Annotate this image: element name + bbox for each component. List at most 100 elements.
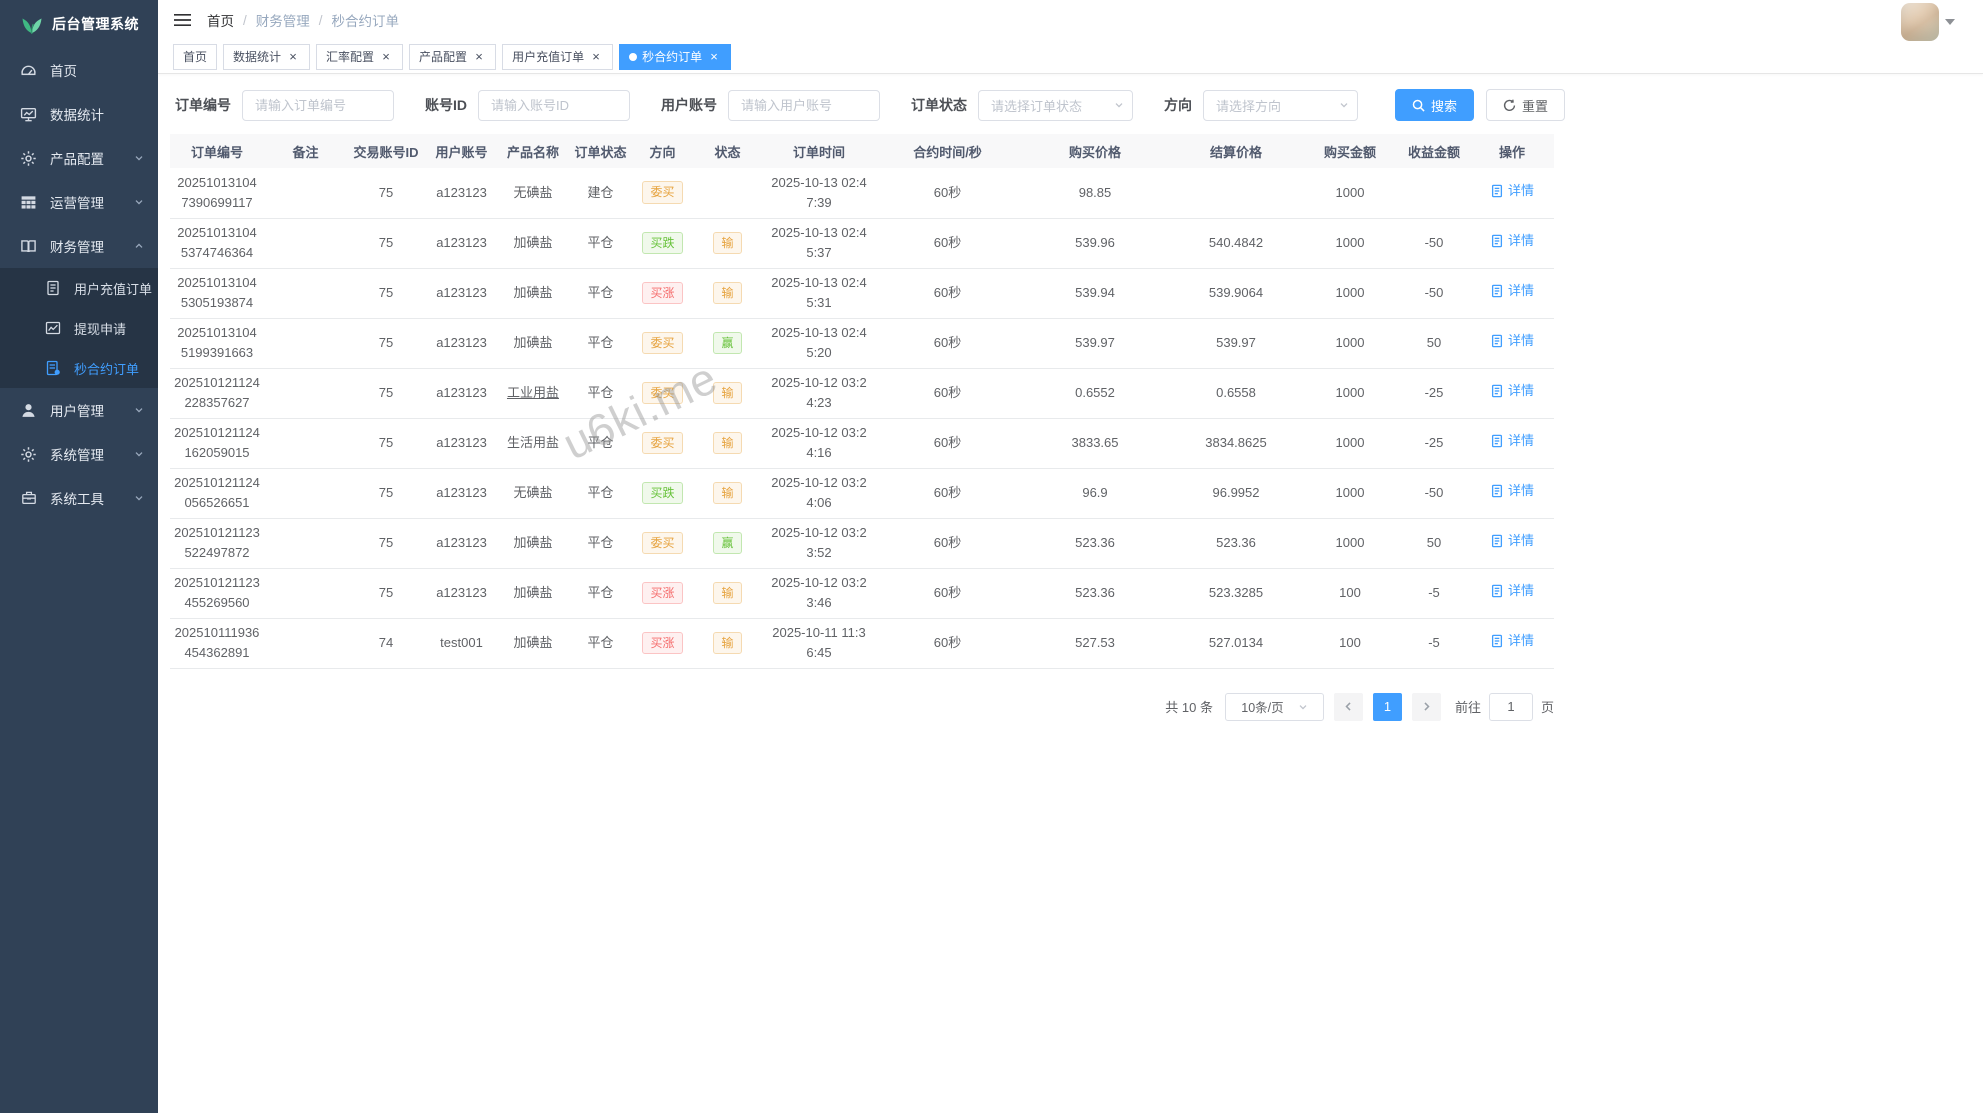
用户账号-input[interactable] — [728, 90, 880, 121]
app-logo[interactable]: 后台管理系统 — [0, 0, 158, 48]
sidebar-item-运营管理[interactable]: 运营管理 — [0, 180, 158, 224]
prev-page-button[interactable] — [1334, 693, 1363, 721]
detail-link[interactable]: 详情 — [1490, 531, 1534, 551]
breadcrumb-item-财务管理[interactable]: 财务管理 — [256, 10, 310, 30]
cell-operations: 详情 — [1470, 168, 1554, 218]
cell-product: 加碘盐 — [498, 218, 568, 268]
avatar[interactable] — [1901, 3, 1939, 41]
app-title: 后台管理系统 — [52, 14, 139, 34]
sidebar-item-产品配置[interactable]: 产品配置 — [0, 136, 158, 180]
detail-link[interactable]: 详情 — [1490, 431, 1534, 451]
tab-用户充值订单[interactable]: 用户充值订单× — [502, 44, 613, 70]
chevron-down-icon — [134, 153, 144, 163]
tab-label: 秒合约订单 — [642, 48, 702, 65]
cell-buy-price: 539.96 — [1020, 218, 1170, 268]
tab-首页[interactable]: 首页 — [173, 44, 217, 70]
detail-link[interactable]: 详情 — [1490, 481, 1534, 501]
cell-user-account: a123123 — [425, 218, 498, 268]
sidebar-item-系统工具[interactable]: 系统工具 — [0, 476, 158, 520]
next-page-button[interactable] — [1412, 693, 1441, 721]
sidebar-item-用户管理[interactable]: 用户管理 — [0, 388, 158, 432]
cell-order-status: 平仓 — [568, 268, 633, 318]
sidebar-item-提现申请[interactable]: 提现申请 — [0, 308, 158, 348]
column-header-交易账号ID: 交易账号ID — [347, 134, 425, 168]
close-icon[interactable]: × — [589, 50, 603, 64]
table-row: 20251011193645436289174test001加碘盐平仓买涨输20… — [170, 618, 1554, 668]
column-header-收益金额: 收益金额 — [1398, 134, 1470, 168]
cell-settle-price — [1170, 168, 1302, 218]
cell-contract-duration: 60秒 — [875, 218, 1020, 268]
cell-remark — [264, 618, 347, 668]
账号ID-input[interactable] — [478, 90, 630, 121]
sidebar-item-秒合约订单[interactable]: 秒合约订单 — [0, 348, 158, 388]
sidebar-item-首页[interactable]: 首页 — [0, 48, 158, 92]
detail-link[interactable]: 详情 — [1490, 281, 1534, 301]
订单编号-input[interactable] — [242, 90, 394, 121]
column-header-订单时间: 订单时间 — [763, 134, 875, 168]
cell-result — [692, 168, 763, 218]
方向-select[interactable]: 请选择方向 — [1203, 90, 1358, 121]
column-header-产品名称: 产品名称 — [498, 134, 568, 168]
detail-link-label: 详情 — [1508, 331, 1534, 351]
chart-monitor-icon — [20, 106, 37, 123]
sidebar-item-用户充值订单[interactable]: 用户充值订单 — [0, 268, 158, 308]
detail-link[interactable]: 详情 — [1490, 581, 1534, 601]
close-icon[interactable]: × — [286, 50, 300, 64]
cell-order-status: 平仓 — [568, 468, 633, 518]
page-size-select[interactable]: 10条/页 — [1225, 693, 1324, 721]
tab-数据统计[interactable]: 数据统计× — [223, 44, 310, 70]
column-header-合约时间/秒: 合约时间/秒 — [875, 134, 1020, 168]
chevron-right-icon — [1421, 701, 1432, 712]
detail-link[interactable]: 详情 — [1490, 231, 1534, 251]
cell-buy-price: 3833.65 — [1020, 418, 1170, 468]
tab-汇率配置[interactable]: 汇率配置× — [316, 44, 403, 70]
tab-秒合约订单[interactable]: 秒合约订单 × — [619, 44, 731, 70]
cell-order-number: 202510111936454362891 — [170, 618, 264, 668]
cell-contract-duration: 60秒 — [875, 318, 1020, 368]
close-icon[interactable]: × — [707, 50, 721, 64]
cell-order-time: 2025-10-12 03:24:16 — [763, 418, 875, 468]
status-badge: 买涨 — [642, 582, 682, 605]
search-button[interactable]: 搜索 — [1395, 89, 1474, 121]
订单状态-select[interactable]: 请选择订单状态 — [978, 90, 1133, 121]
close-icon[interactable]: × — [472, 50, 486, 64]
status-badge: 买涨 — [642, 282, 682, 305]
close-icon[interactable]: × — [379, 50, 393, 64]
cell-account-id: 75 — [347, 368, 425, 418]
sidebar-toggle-button[interactable] — [173, 12, 192, 28]
cell-buy-price: 96.9 — [1020, 468, 1170, 518]
cell-contract-duration: 60秒 — [875, 568, 1020, 618]
goto-page-input[interactable] — [1489, 693, 1533, 721]
cell-user-account: a123123 — [425, 518, 498, 568]
tab-产品配置[interactable]: 产品配置× — [409, 44, 496, 70]
cell-account-id: 75 — [347, 218, 425, 268]
breadcrumb-item-首页[interactable]: 首页 — [207, 10, 234, 30]
cell-profit-amount: -5 — [1398, 618, 1470, 668]
table-row: 20251012112416205901575a123123生活用盐平仓委买输2… — [170, 418, 1554, 468]
sidebar-item-财务管理[interactable]: 财务管理 — [0, 224, 158, 268]
cell-product: 加碘盐 — [498, 318, 568, 368]
detail-link[interactable]: 详情 — [1490, 631, 1534, 651]
cell-result: 输 — [692, 368, 763, 418]
cell-buy-amount: 1000 — [1302, 418, 1398, 468]
detail-link[interactable]: 详情 — [1490, 331, 1534, 351]
sidebar-item-数据统计[interactable]: 数据统计 — [0, 92, 158, 136]
detail-link[interactable]: 详情 — [1490, 381, 1534, 401]
reset-button[interactable]: 重置 — [1486, 89, 1565, 121]
document-icon — [44, 280, 61, 297]
detail-link[interactable]: 详情 — [1490, 181, 1534, 201]
sidebar-item-系统管理[interactable]: 系统管理 — [0, 432, 158, 476]
cell-account-id: 75 — [347, 168, 425, 218]
cell-operations: 详情 — [1470, 218, 1554, 268]
filter-group-方向: 方向请选择方向 — [1164, 90, 1358, 121]
detail-link-label: 详情 — [1508, 181, 1534, 201]
column-header-操作: 操作 — [1470, 134, 1554, 168]
cell-buy-price: 539.97 — [1020, 318, 1170, 368]
doc-detail-icon — [1490, 584, 1504, 598]
cell-product-name: 加碘盐 — [513, 635, 552, 650]
cell-profit-amount — [1398, 168, 1470, 218]
cell-operations: 详情 — [1470, 318, 1554, 368]
page-1-button[interactable]: 1 — [1373, 693, 1402, 721]
user-menu[interactable] — [1901, 3, 1955, 41]
column-header-用户账号: 用户账号 — [425, 134, 498, 168]
